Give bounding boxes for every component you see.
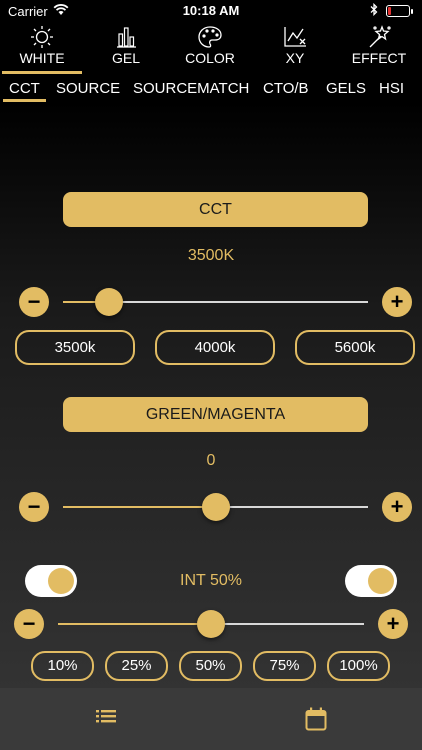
cct-minus-button[interactable]: − [19, 287, 49, 317]
tab-effect[interactable]: EFFECT [337, 22, 421, 72]
bar-chart-icon [117, 27, 136, 48]
green-magenta-header-button[interactable]: GREEN/MAGENTA [63, 397, 368, 432]
tab-hsi[interactable]: HSI [379, 80, 404, 97]
status-bar: Carrier 10:18 AM [0, 0, 422, 22]
tab-xy-label: XY [285, 50, 305, 66]
tab-source[interactable]: SOURCE [56, 80, 120, 97]
palette-icon [198, 26, 222, 48]
intensity-preset-25[interactable]: 25% [105, 651, 168, 681]
battery-level-fill [388, 7, 391, 15]
green-magenta-plus-button[interactable]: + [382, 492, 412, 522]
tab-gel-label: GEL [111, 50, 140, 66]
green-magenta-slider-thumb[interactable] [201, 493, 230, 521]
cct-preset-4000k[interactable]: 4000k [155, 330, 275, 365]
intensity-preset-75[interactable]: 75% [253, 651, 316, 681]
bottom-toolbar [0, 688, 422, 750]
tab-cto-b[interactable]: CTO/B [263, 80, 309, 97]
cct-header-button[interactable]: CCT [63, 192, 368, 227]
mode-tab-bar: WHITE GEL COLOR XY EFFECT [0, 22, 422, 74]
intensity-preset-50[interactable]: 50% [179, 651, 242, 681]
sun-icon [31, 26, 53, 48]
cct-slider-thumb[interactable] [94, 288, 123, 316]
sub-tab-bar: CCT SOURCE SOURCEMATCH CTO/B GELS HSI [0, 74, 422, 102]
intensity-minus-button[interactable]: − [14, 609, 44, 639]
xy-graph-icon [284, 27, 306, 47]
bluetooth-icon [370, 2, 378, 19]
tab-xy[interactable]: XY [253, 22, 337, 72]
tab-white-label: WHITE [19, 50, 65, 66]
tab-white[interactable]: WHITE [0, 22, 84, 74]
cct-panel: CCT 3500K − + 3500k 4000k 5600k GREEN/MA… [0, 102, 422, 688]
cct-preset-5600k[interactable]: 5600k [295, 330, 415, 365]
intensity-preset-100[interactable]: 100% [327, 651, 390, 681]
green-magenta-slider-fill [63, 506, 216, 508]
intensity-slider-fill [58, 623, 211, 625]
cct-preset-3500k[interactable]: 3500k [15, 330, 135, 365]
tab-gel[interactable]: GEL [84, 22, 168, 72]
cct-plus-button[interactable]: + [382, 287, 412, 317]
right-toggle-knob [368, 568, 394, 594]
green-magenta-value: 0 [206, 452, 216, 469]
tab-effect-label: EFFECT [351, 50, 407, 66]
intensity-plus-button[interactable]: + [378, 609, 408, 639]
tab-gels[interactable]: GELS [326, 80, 366, 97]
battery-icon [386, 5, 413, 17]
tab-cct[interactable]: CCT [3, 80, 46, 102]
tab-sourcematch[interactable]: SOURCEMATCH [133, 80, 249, 97]
tab-color[interactable]: COLOR [168, 22, 252, 72]
right-toggle-switch[interactable] [345, 565, 397, 597]
tab-color-label: COLOR [185, 50, 235, 66]
status-time: 10:18 AM [182, 3, 240, 18]
magic-wand-icon [369, 25, 391, 48]
green-magenta-minus-button[interactable]: − [19, 492, 49, 522]
intensity-slider-thumb[interactable] [197, 610, 225, 638]
calendar-icon[interactable] [305, 707, 327, 736]
list-icon[interactable] [96, 708, 116, 729]
intensity-preset-10[interactable]: 10% [31, 651, 94, 681]
cct-value: 3500K [187, 247, 235, 264]
